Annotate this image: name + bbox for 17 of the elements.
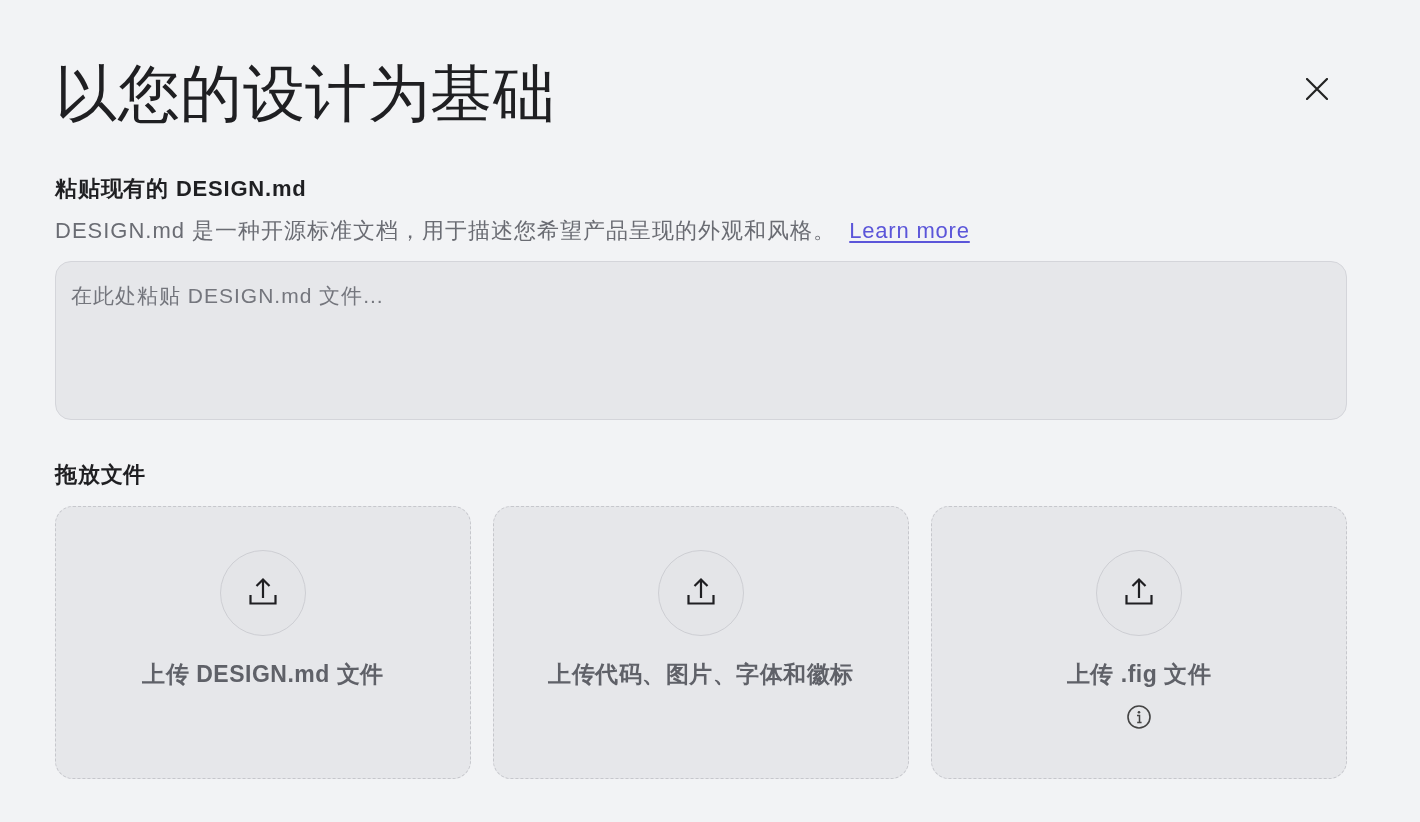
section-heading: 拖放文件 [55, 460, 147, 489]
info-icon[interactable] [1127, 704, 1151, 729]
upload-label: 上传代码、图片、字体和徽标 [548, 661, 854, 689]
upload-icon [220, 550, 306, 637]
learn-more-link[interactable]: Learn more [849, 218, 970, 243]
upload-label: 上传 DESIGN.md 文件 [142, 661, 384, 689]
upload-label: 上传 .fig 文件 [1066, 661, 1212, 689]
upload-card[interactable]: 上传代码、图片、字体和徽标 [493, 506, 909, 780]
upload-icon [1096, 550, 1182, 637]
close-icon [1306, 78, 1328, 100]
upload-card[interactable]: 上传 DESIGN.md 文件 [55, 506, 471, 780]
description-text: DESIGN.md 是一种开源标准文档，用于描述您希望产品呈现的外观和风格。 [55, 218, 837, 243]
upload-card[interactable]: 上传 .fig 文件 [931, 506, 1347, 780]
paste-field[interactable]: 在此处粘贴 DESIGN.md 文件... [55, 260, 1347, 420]
dialog-title: 以您的设计为基础 [55, 58, 555, 130]
upload-icon [658, 550, 744, 637]
section-heading: 粘贴现有的 DESIGN.md [55, 175, 307, 204]
